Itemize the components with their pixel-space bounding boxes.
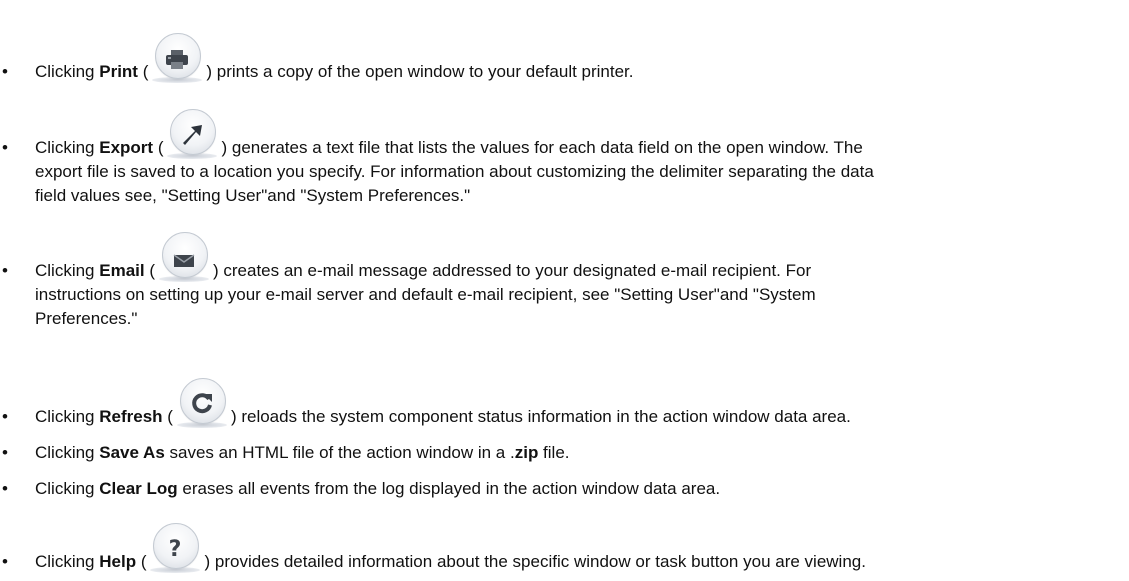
bullet: •: [2, 407, 8, 426]
print-label: Print: [99, 62, 138, 81]
zip-label: zip: [514, 443, 539, 462]
item-prefix: Clicking: [35, 62, 100, 81]
save-as-label: Save As: [99, 443, 165, 462]
help-label: Help: [99, 552, 137, 571]
export-description-line-3: field values see, "Setting User"and "Sys…: [35, 186, 471, 205]
email-description-line-2: instructions on setting up your e-mail s…: [35, 285, 816, 304]
save-as-description: saves an HTML file of the action window …: [164, 443, 515, 462]
document-page: { "items": [ { "prefix": "Clicking ", "l…: [0, 0, 1129, 581]
email-description-line-3: Preferences.": [35, 309, 138, 328]
svg-text:?: ?: [169, 537, 182, 560]
refresh-label: Refresh: [99, 407, 163, 426]
envelope-icon: [155, 232, 213, 283]
clear-log-description: erases all events from the log displayed…: [177, 479, 721, 498]
help-description: ) provides detailed information about th…: [204, 552, 866, 571]
email-label: Email: [99, 261, 145, 280]
bullet: •: [2, 479, 8, 498]
bullet: •: [2, 261, 8, 280]
export-description-line-2: export file is saved to a location you s…: [35, 162, 874, 181]
export-description-line-1: ) generates a text file that lists the v…: [221, 138, 863, 157]
refresh-icon: [173, 378, 231, 429]
bullet: •: [2, 138, 8, 157]
email-description-line-1: ) creates an e-mail message addressed to…: [213, 261, 812, 280]
bullet: •: [2, 552, 8, 571]
bullet: •: [2, 62, 8, 81]
clear-log-label: Clear Log: [99, 479, 178, 498]
export-arrow-icon: [163, 109, 221, 160]
printer-icon: [148, 33, 206, 84]
print-description: ) prints a copy of the open window to yo…: [206, 62, 634, 81]
bullet: •: [2, 443, 8, 462]
export-label: Export: [99, 138, 154, 157]
refresh-description: ) reloads the system component status in…: [230, 407, 851, 426]
help-icon: ?: [146, 523, 204, 574]
